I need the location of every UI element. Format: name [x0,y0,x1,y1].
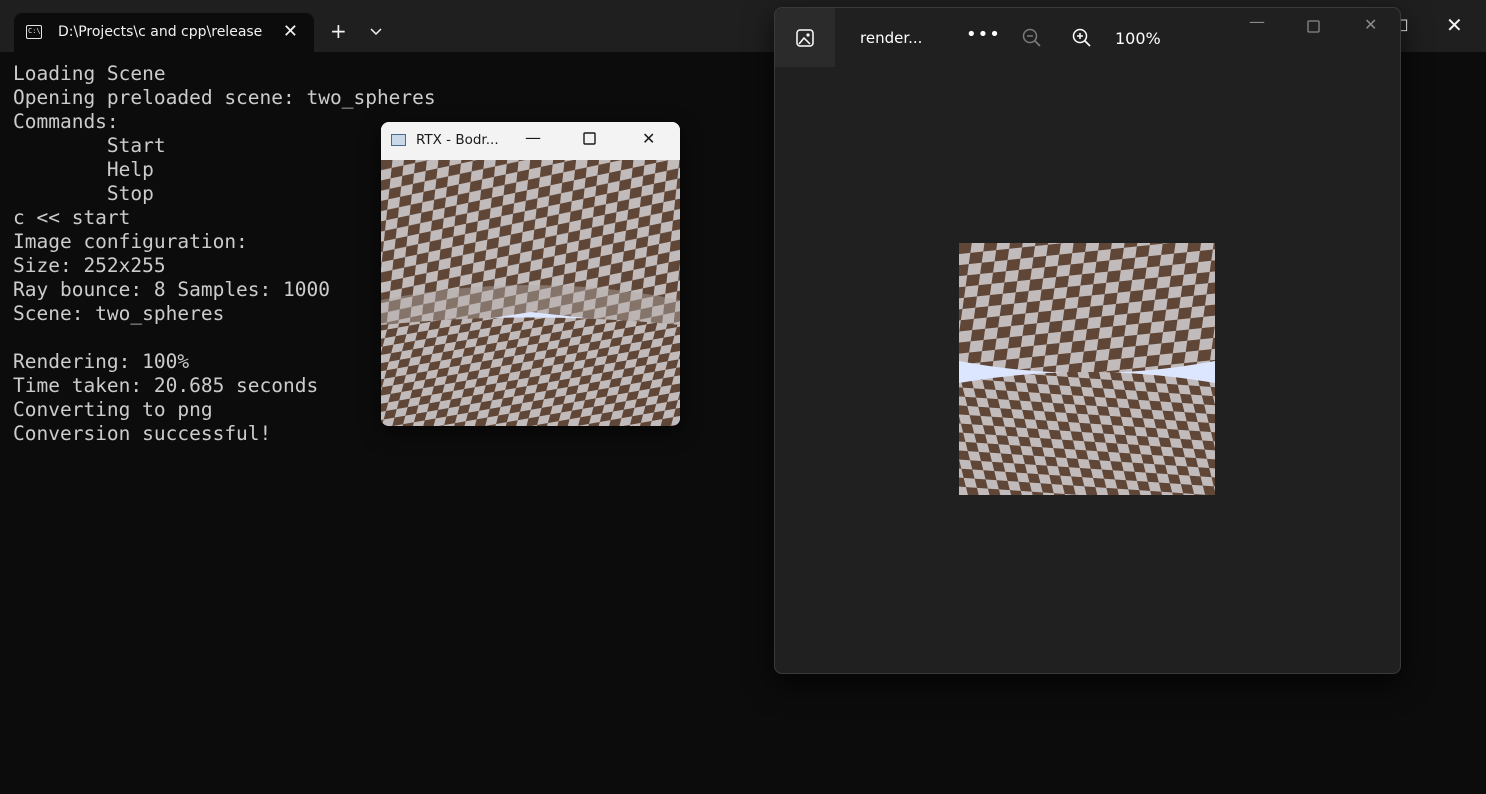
zoom-level: 100% [1115,29,1161,48]
terminal-icon: C:\ [26,25,42,39]
close-icon[interactable]: ✕ [1364,15,1377,34]
terminal-line: Opening preloaded scene: two_spheres [13,86,436,109]
app-icon [391,134,406,146]
terminal-line: Rendering: 100% [13,350,190,373]
terminal-output: Loading Scene Opening preloaded scene: t… [13,62,436,446]
maximize-icon[interactable] [583,130,596,149]
terminal-line: Converting to png [13,398,213,421]
terminal-tab-title: D:\Projects\c and cpp\release [58,24,263,40]
terminal-line: Time taken: 20.685 seconds [13,374,319,397]
terminal-line: Scene: two_spheres [13,302,225,325]
terminal-line: Stop [13,182,154,205]
close-icon[interactable]: ✕ [642,129,655,148]
render-window-title: RTX - Bodr... [416,132,499,148]
new-tab-button[interactable]: + [330,21,347,41]
terminal-line: Help [13,158,154,181]
zoom-in-button[interactable] [1071,27,1093,53]
terminal-line: Image configuration: [13,230,248,253]
terminal-line: Conversion successful! [13,422,272,445]
minimize-icon[interactable]: — [1249,12,1265,31]
chevron-down-icon [370,28,382,36]
gallery-button[interactable] [775,8,835,67]
terminal-tab[interactable]: C:\ D:\Projects\c and cpp\release ✕ [14,13,314,52]
terminal-close-button[interactable]: ✕ [1446,13,1463,37]
file-name: render... [860,29,923,47]
zoom-out-button[interactable] [1021,27,1043,53]
terminal-line: c << start [13,206,131,229]
more-icon[interactable]: ••• [966,24,1001,45]
maximize-icon[interactable] [1307,18,1320,37]
zoom-out-icon [1022,28,1041,47]
image-icon [796,28,814,47]
render-window[interactable]: RTX - Bodr... — ✕ [381,122,680,426]
terminal-line: Ray bounce: 8 Samples: 1000 [13,278,330,301]
close-tab-icon[interactable]: ✕ [283,21,298,42]
zoom-in-icon [1072,28,1091,47]
terminal-line: Loading Scene [13,62,166,85]
tab-dropdown-button[interactable] [369,23,383,43]
terminal-line: Commands: [13,110,119,133]
terminal-line: Start [13,134,166,157]
minimize-icon[interactable]: — [525,128,541,147]
render-window-titlebar[interactable]: RTX - Bodr... — ✕ [381,122,680,160]
render-preview [381,160,680,426]
rendered-image [959,243,1215,495]
photos-viewer-window[interactable]: render... ••• 100% — ✕ [774,7,1401,674]
terminal-line: Size: 252x255 [13,254,166,277]
